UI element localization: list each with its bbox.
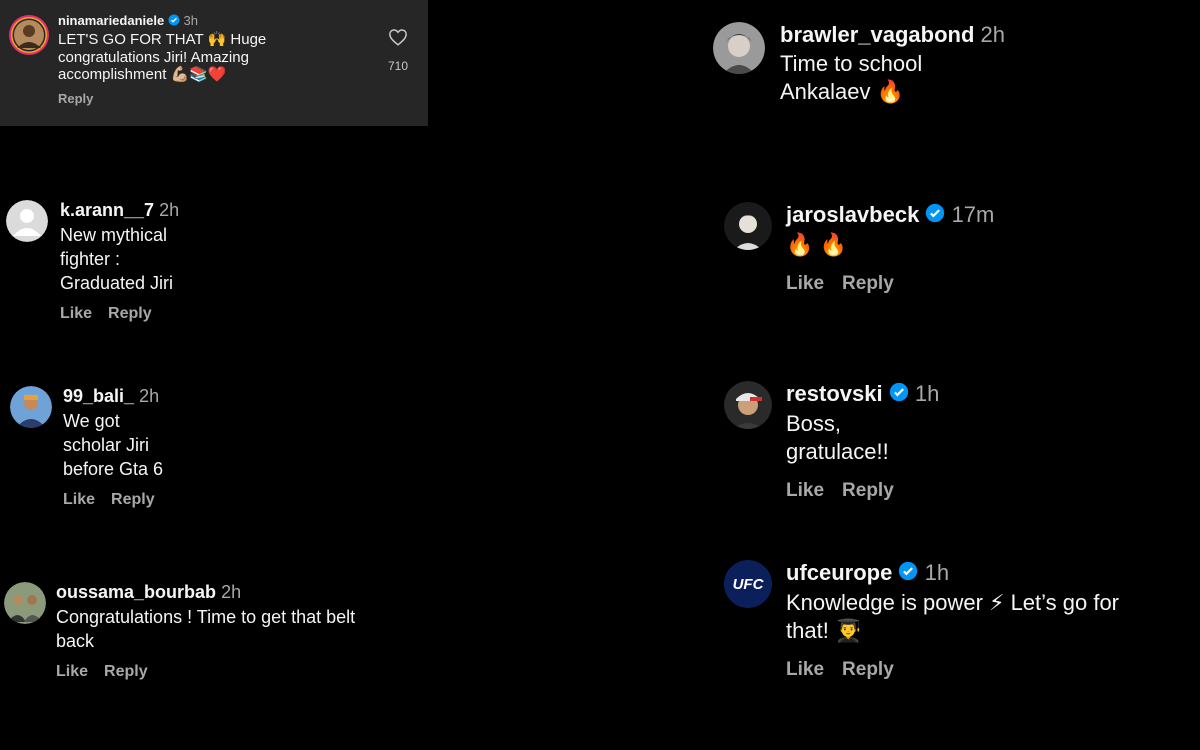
username[interactable]: oussama_bourbab [56,582,216,602]
comment-text: Congratulations ! Time to get that belt … [56,607,356,651]
comment-ninamariedaniele: ninamariedaniele 3h LET'S GO FOR THAT 🙌 … [0,0,428,126]
timestamp: 1h [924,560,950,585]
timestamp: 3h [183,13,198,28]
reply-button[interactable]: Reply [58,91,93,106]
username[interactable]: ninamariedaniele [58,13,164,28]
like-button[interactable]: Like [786,480,824,501]
timestamp: 2h [221,582,242,602]
avatar[interactable] [4,582,46,624]
ufc-logo-text: UFC [732,575,764,593]
timestamp: 2h [139,386,160,406]
timestamp: 2h [980,22,1005,47]
like-button[interactable]: Like [60,305,92,322]
reply-button[interactable]: Reply [104,663,148,680]
username[interactable]: ufceurope [786,560,892,585]
like-button[interactable]: Like [63,491,95,508]
verified-badge-icon [889,382,909,408]
avatar[interactable] [724,381,772,429]
default-avatar-icon[interactable] [6,200,48,242]
reply-button[interactable]: Reply [108,305,152,322]
timestamp: 2h [159,200,180,220]
heart-icon[interactable] [388,29,408,50]
verified-badge-icon [168,14,180,29]
verified-badge-icon [925,203,945,229]
username[interactable]: 99_bali_ [63,386,134,406]
timestamp: 1h [914,381,940,406]
avatar[interactable] [10,386,52,428]
username[interactable]: brawler_vagabond [780,22,974,47]
username[interactable]: jaroslavbeck [786,202,919,227]
like-button[interactable]: Like [786,659,824,680]
like-button[interactable]: Like [786,273,824,294]
avatar[interactable] [713,22,765,74]
avatar[interactable] [8,14,50,56]
reply-button[interactable]: Reply [111,491,155,508]
like-column: 710 [384,28,412,73]
avatar[interactable] [724,202,772,250]
comment-text: We got scholar Jiri before Gta 6 [63,411,164,479]
username[interactable]: restovski [786,381,883,406]
reply-button[interactable]: Reply [842,480,894,501]
comment-text: Knowledge is power ⚡ Let’s go for that! … [786,590,1120,644]
comment-text: New mythical fighter : Graduated Jiri [60,225,174,293]
verified-badge-icon [898,561,918,587]
comment-text: Boss, gratulace!! [786,411,889,465]
timestamp: 17m [951,202,995,227]
reply-button[interactable]: Reply [842,659,894,680]
like-count: 710 [387,59,409,73]
comment-text: Time to school Ankalaev 🔥 [780,51,923,104]
comment-text: LET'S GO FOR THAT 🙌 Huge congratulations… [58,31,267,84]
ufc-logo-avatar[interactable]: UFC [724,560,772,608]
username[interactable]: k.arann__7 [60,200,154,220]
reply-button[interactable]: Reply [842,273,894,294]
comment-text: 🔥 🔥 [786,232,847,258]
like-button[interactable]: Like [56,663,88,680]
